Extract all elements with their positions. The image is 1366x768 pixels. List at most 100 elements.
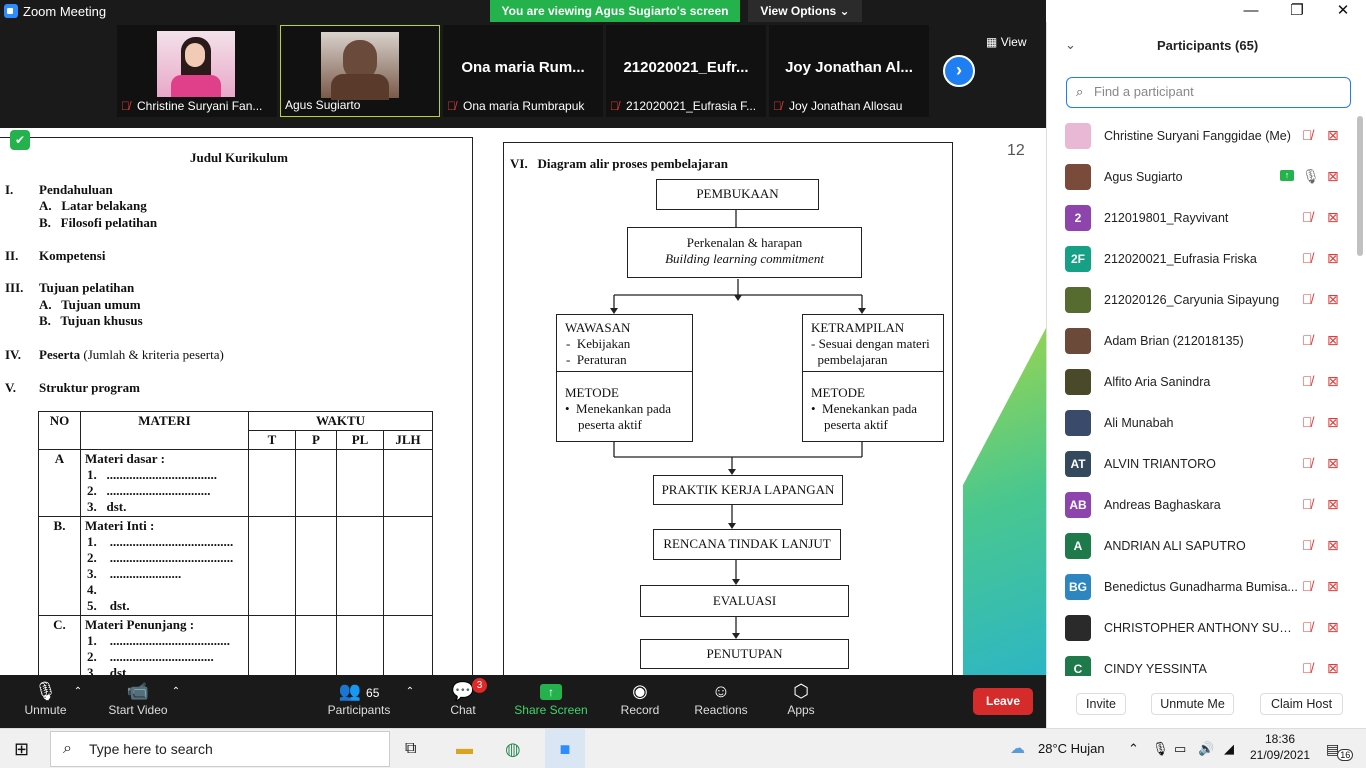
video-tile[interactable]: 212020021_Eufr... 🎙̸ 212020021_Eufrasia F…	[606, 25, 766, 117]
table-row: A Materi dasar :1. .....................…	[38, 449, 433, 517]
panel-title: Participants (65)	[1157, 38, 1259, 53]
video-tile[interactable]: 🎙̸ Christine Suryani Fan...	[117, 25, 277, 117]
notifications-icon[interactable]: ▤16	[1326, 729, 1355, 768]
table-cell: A	[38, 449, 81, 517]
collapse-chevron-icon[interactable]: ⌄	[1065, 37, 1076, 53]
participant-row[interactable]: Adam Brian (212018135) 🎙̸ ⊠	[1047, 321, 1357, 362]
taskbar-search-input[interactable]: ⌕ Type here to search	[50, 731, 390, 767]
next-page-chevron-icon[interactable]: ›	[943, 55, 975, 87]
volume-icon[interactable]: 🔊	[1198, 729, 1214, 768]
start-video-button[interactable]: 📹 Start Video	[104, 675, 172, 728]
flow-box: PRAKTIK KERJA LAPANGAN	[653, 475, 843, 505]
battery-icon[interactable]: ▭	[1174, 729, 1186, 768]
video-tile[interactable]: Ona maria Rum... 🎙̸ Ona maria Rumbrapuk	[443, 25, 603, 117]
tile-name: Joy Jonathan Al...	[785, 59, 913, 76]
materi-items: 1. .....................................…	[87, 534, 234, 613]
participant-row[interactable]: AT ALVIN TRIANTORO 🎙̸ ⊠	[1047, 444, 1357, 485]
flow-box-text: KETRAMPILAN	[811, 320, 905, 335]
share-screen-icon: ↑	[512, 675, 590, 703]
participants-button[interactable]: 👥 65 Participants	[323, 675, 395, 728]
clock[interactable]: 18:36 21/09/2021	[1250, 731, 1310, 763]
flow-box-text: WAWASAN	[565, 320, 631, 335]
microphone-icon[interactable]: 🎙	[1152, 729, 1169, 768]
screen-share-banner: You are viewing Agus Sugiarto's screen	[490, 0, 740, 22]
section-number: I.	[5, 182, 14, 197]
zoom-taskbar-icon[interactable]: ■	[545, 729, 585, 768]
section-item: B. Tujuan khusus	[39, 313, 143, 328]
participant-row[interactable]: A ANDRIAN ALI SAPUTRO 🎙̸ ⊠	[1047, 526, 1357, 567]
chat-button[interactable]: 💬 3 Chat	[442, 675, 487, 728]
participant-name: ALVIN TRIANTORO	[1104, 457, 1216, 471]
share-screen-button[interactable]: ↑ Share Screen	[512, 675, 590, 728]
audio-options-chevron-icon[interactable]: ⌃	[72, 675, 84, 728]
notification-count: 16	[1337, 749, 1354, 761]
search-icon: ⌕	[1076, 84, 1084, 99]
participant-name: Ali Munabah	[1104, 416, 1174, 430]
close-icon[interactable]: ✕	[1320, 0, 1366, 22]
flow-box-text: METODE	[565, 385, 619, 400]
apps-button[interactable]: ⬡ Apps	[780, 675, 822, 728]
minimize-icon[interactable]: —	[1228, 0, 1274, 22]
table-cell: Materi Inti :1. ........................…	[80, 516, 249, 616]
zoom-logo-icon	[4, 4, 18, 18]
file-explorer-icon[interactable]: ▬	[456, 729, 473, 768]
video-tile-active-speaker[interactable]: Agus Sugiarto	[280, 25, 440, 117]
avatar	[1065, 328, 1091, 354]
show-hidden-icons-chevron-icon[interactable]: ⌃	[1128, 729, 1139, 768]
chat-label: Chat	[450, 703, 476, 717]
participant-name: ANDRIAN ALI SAPUTRO	[1104, 539, 1246, 553]
video-tile[interactable]: Joy Jonathan Al... 🎙̸ Joy Jonathan Allosa…	[769, 25, 929, 117]
section-title: Peserta (Jumlah & kriteria peserta)	[39, 347, 224, 363]
participant-list-scrollbar[interactable]	[1357, 116, 1363, 256]
sharing-screen-icon: ↑	[1280, 170, 1294, 181]
restore-icon[interactable]: ❐	[1274, 0, 1320, 22]
security-shield-icon[interactable]: ✔	[10, 130, 30, 150]
participant-row[interactable]: BG Benedictus Gunadharma Bumisa... 🎙̸ ⊠	[1047, 567, 1357, 608]
participant-row[interactable]: Christine Suryani Fanggidae (Me) 🎙̸ ⊠	[1047, 116, 1357, 157]
participant-row[interactable]: CHRISTOPHER ANTHONY SURY... 🎙̸ ⊠	[1047, 608, 1357, 649]
unmute-me-button[interactable]: Unmute Me	[1151, 693, 1234, 715]
flow-box-text: Perkenalan & harapan	[686, 235, 803, 250]
mic-muted-icon: 🎙̸	[1302, 332, 1313, 348]
participant-row[interactable]: Alfito Aria Sanindra 🎙̸ ⊠	[1047, 362, 1357, 403]
leave-button[interactable]: Leave	[973, 688, 1033, 715]
program-structure-table: NO MATERI WAKTU T P PL JLH A Materi dasa…	[38, 411, 433, 675]
participant-row[interactable]: C CINDY YESSINTA 🎙̸ ⊠	[1047, 649, 1357, 676]
flow-box-text: • Menekankan pada peserta aktif	[811, 401, 917, 432]
video-off-icon: ⊠	[1327, 332, 1339, 348]
unmute-button[interactable]: 🎙 Unmute	[18, 675, 73, 728]
video-options-chevron-icon[interactable]: ⌃	[170, 675, 182, 728]
mic-muted-icon: 🎙̸	[1302, 414, 1313, 430]
record-button[interactable]: ◉ Record	[615, 675, 665, 728]
taskbar-search-placeholder: Type here to search	[89, 741, 213, 757]
reactions-button[interactable]: ☺ Reactions	[690, 675, 752, 728]
participants-options-chevron-icon[interactable]: ⌃	[404, 675, 416, 728]
participant-list: Christine Suryani Fanggidae (Me) 🎙̸ ⊠ Agus …	[1047, 116, 1357, 676]
view-options-button[interactable]: View Options ⌄	[748, 0, 862, 22]
participant-row[interactable]: Ali Munabah 🎙̸ ⊠	[1047, 403, 1357, 444]
participant-row[interactable]: 2F 212020021_Eufrasia Friska 🎙̸ ⊠	[1047, 239, 1357, 280]
video-off-icon: ⊠	[1327, 209, 1339, 225]
table-row: B. Materi Inti :1. .....................…	[38, 516, 433, 616]
materi-items: 1. .................................. 2.…	[87, 467, 217, 514]
task-view-icon[interactable]: ⧉	[405, 729, 416, 768]
materi-title: Materi Inti :	[85, 518, 155, 533]
table-header: WAKTU	[248, 411, 433, 431]
participant-name: Christine Suryani Fanggidae (Me)	[1104, 129, 1291, 143]
participant-row[interactable]: Agus Sugiarto ↑ 🎙 ⊠	[1047, 157, 1357, 198]
windows-start-icon[interactable]: ⊞	[14, 739, 29, 760]
network-icon[interactable]: ◢	[1224, 729, 1234, 768]
avatar	[1065, 287, 1091, 313]
claim-host-button[interactable]: Claim Host	[1260, 693, 1343, 715]
participant-row[interactable]: 212020126_Caryunia Sipayung 🎙̸ ⊠	[1047, 280, 1357, 321]
tile-label: 🎙̸ Joy Jonathan Allosau	[773, 99, 903, 113]
video-off-icon: ⊠	[1327, 414, 1339, 430]
title-bar-right	[1046, 0, 1228, 22]
invite-button[interactable]: Invite	[1076, 693, 1126, 715]
participant-search-input[interactable]: ⌕ Find a participant	[1066, 77, 1351, 108]
participant-row[interactable]: AB Andreas Baghaskara 🎙̸ ⊠	[1047, 485, 1357, 526]
chrome-icon[interactable]: ◍	[505, 729, 521, 768]
view-button[interactable]: ▦ View	[986, 35, 1026, 49]
participant-row[interactable]: 2 212019801_Rayvivant 🎙̸ ⊠	[1047, 198, 1357, 239]
avatar: 2F	[1065, 246, 1091, 272]
